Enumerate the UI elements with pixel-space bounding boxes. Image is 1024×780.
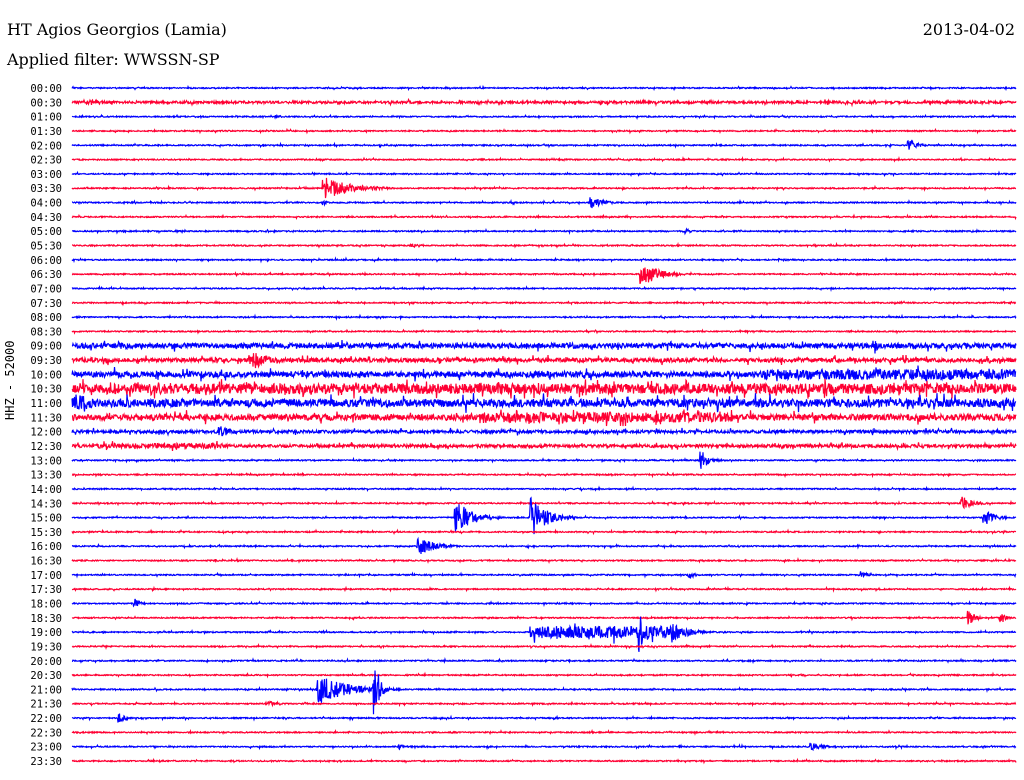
row-time-label: 10:30 (30, 384, 62, 396)
row-time-label: 10:00 (30, 369, 62, 381)
row-time-label: 00:00 (30, 83, 62, 95)
trace-row-2330 (71, 757, 1017, 765)
trace-row-0230 (71, 155, 1017, 163)
helicorder-plot: 00:00 00:30 01:00 01:30 02:00 02:30 03:00 03:30… (30, 83, 1017, 768)
trace-row-0600 (71, 256, 1017, 264)
row-time-label: 18:30 (30, 613, 62, 625)
trace-row-1200 (71, 426, 1017, 437)
trace-row-0400 (71, 197, 1017, 209)
row-time-label: 22:00 (30, 713, 62, 725)
row-time-label: 01:30 (30, 126, 62, 138)
row-time-label: 16:00 (30, 541, 62, 553)
trace-row-2130 (71, 700, 1017, 708)
trace-row-0930 (71, 353, 1017, 369)
row-time-label: 04:30 (30, 212, 62, 224)
row-time-label: 20:30 (30, 670, 62, 682)
trace-row-0500 (71, 227, 1017, 236)
row-time-label: 21:30 (30, 699, 62, 711)
row-time-label: 13:00 (30, 455, 62, 467)
row-time-label: 14:30 (30, 498, 62, 510)
row-time-label: 08:00 (30, 312, 62, 324)
trace-row-2200 (71, 713, 1017, 723)
trace-row-2100 (71, 670, 1017, 715)
row-time-label: 13:30 (30, 470, 62, 482)
row-time-label: 12:00 (30, 427, 62, 439)
trace-row-1930 (71, 642, 1017, 650)
trace-row-0000 (71, 84, 1017, 92)
trace-row-0900 (71, 339, 1017, 354)
trace-row-0800 (71, 313, 1017, 321)
row-time-label: 22:30 (30, 727, 62, 739)
row-time-label: 11:30 (30, 412, 62, 424)
trace-row-1700 (71, 571, 1017, 579)
trace-row-1530 (71, 528, 1017, 536)
trace-row-0300 (71, 170, 1017, 178)
row-time-label: 03:30 (30, 183, 62, 195)
row-time-label: 06:00 (30, 255, 62, 267)
row-time-label: 15:30 (30, 527, 62, 539)
row-time-label: 21:00 (30, 684, 62, 696)
trace-row-1000 (71, 365, 1017, 382)
trace-row-1300 (71, 451, 1017, 469)
trace-row-1800 (71, 598, 1017, 608)
row-time-label: 09:00 (30, 341, 62, 353)
row-time-label: 11:00 (30, 398, 62, 410)
row-time-label: 02:30 (30, 155, 62, 167)
row-time-label: 03:00 (30, 169, 62, 181)
row-time-label: 15:00 (30, 513, 62, 525)
row-time-label: 20:00 (30, 656, 62, 668)
trace-row-0430 (71, 213, 1017, 221)
trace-row-0630 (71, 267, 1017, 284)
trace-row-1130 (71, 409, 1017, 427)
row-time-label: 00:30 (30, 97, 62, 109)
trace-row-1100 (71, 393, 1017, 413)
row-time-label: 17:00 (30, 570, 62, 582)
row-time-label: 17:30 (30, 584, 62, 596)
row-time-label: 08:30 (30, 326, 62, 338)
trace-row-0100 (71, 113, 1016, 121)
row-time-label: 14:00 (30, 484, 62, 496)
trace-row-0830 (71, 328, 1016, 335)
trace-row-0330 (71, 177, 1017, 199)
trace-row-1230 (71, 441, 1017, 452)
trace-row-1400 (71, 485, 1017, 493)
row-time-label: 19:00 (30, 627, 62, 639)
trace-row-0030 (71, 97, 1017, 108)
row-time-label: 18:00 (30, 598, 62, 610)
trace-row-2300 (71, 742, 1017, 752)
row-time-label: 05:00 (30, 226, 62, 238)
trace-row-1600 (71, 536, 1017, 555)
row-time-label: 04:00 (30, 198, 62, 210)
trace-row-1730 (71, 585, 1017, 593)
trace-row-1330 (71, 471, 1016, 479)
trace-row-1430 (71, 496, 1016, 510)
row-time-label: 09:30 (30, 355, 62, 367)
row-time-label: 07:30 (30, 298, 62, 310)
row-time-label: 01:00 (30, 112, 62, 124)
trace-row-0530 (72, 241, 1017, 249)
trace-row-2030 (71, 671, 1017, 679)
trace-row-0200 (71, 139, 1017, 150)
row-time-label: 12:30 (30, 441, 62, 453)
trace-row-1830 (71, 610, 1017, 625)
trace-row-0130 (71, 127, 1017, 135)
row-time-label: 02:00 (30, 140, 62, 152)
row-time-label: 16:30 (30, 556, 62, 568)
trace-row-2000 (71, 657, 1017, 665)
trace-row-1630 (71, 556, 1017, 564)
trace-row-0730 (71, 299, 1017, 307)
row-time-label: 07:00 (30, 283, 62, 295)
row-time-label: 19:30 (30, 641, 62, 653)
trace-row-0700 (71, 285, 1017, 293)
trace-row-2230 (71, 728, 1017, 736)
row-time-label: 23:30 (30, 756, 62, 768)
row-time-label: 05:30 (30, 241, 62, 253)
row-time-label: 06:30 (30, 269, 62, 281)
row-time-label: 23:00 (30, 742, 62, 754)
